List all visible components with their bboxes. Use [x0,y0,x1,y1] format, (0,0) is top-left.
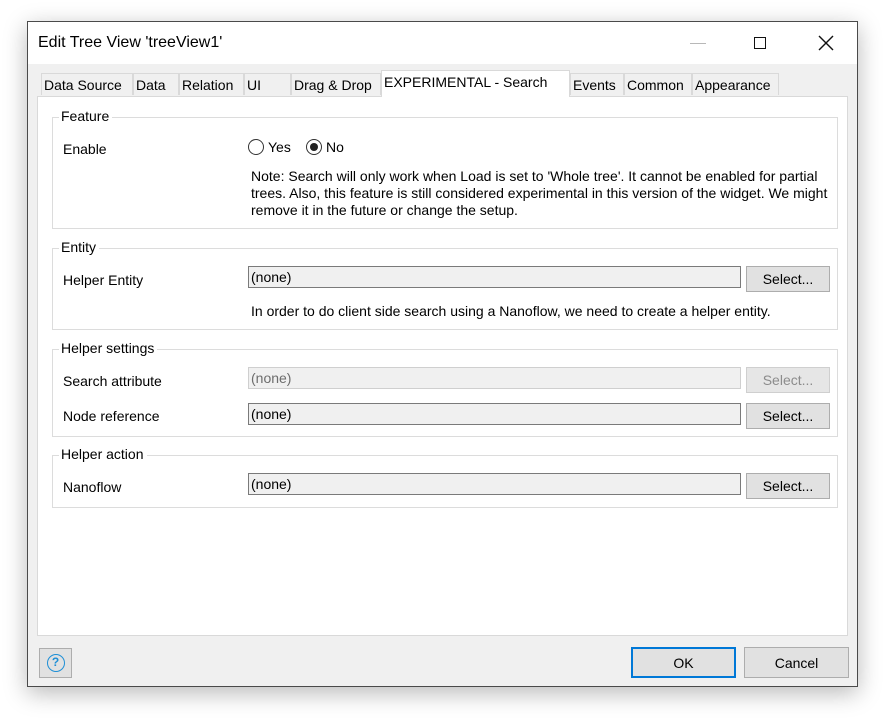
nanoflow-label: Nanoflow [63,479,122,495]
nanoflow-field[interactable]: (none) [248,473,741,495]
radio-yes-circle[interactable] [248,139,264,155]
tab-panel: Feature Enable Yes No Note: Search will … [37,96,848,636]
helper-action-group: Helper action Nanoflow (none) Select... [52,446,838,508]
node-reference-select-button[interactable]: Select... [746,403,830,429]
helper-entity-label: Helper Entity [63,272,144,288]
window-title: Edit Tree View 'treeView1' [38,34,223,51]
cancel-button[interactable]: Cancel [744,647,849,678]
tab-relation[interactable]: Relation [179,73,244,95]
tab-events[interactable]: Events [570,73,624,95]
maximize-icon [754,37,766,49]
search-attribute-field: (none) [248,367,741,389]
feature-note: Note: Search will only work when Load is… [251,168,828,218]
tab-data-source[interactable]: Data Source [41,73,133,95]
dialog-window: Edit Tree View 'treeView1' Data Source D… [27,21,858,687]
minimize-icon [690,42,706,44]
radio-no[interactable]: No [306,139,344,155]
tab-data[interactable]: Data [133,73,179,95]
maximize-button[interactable] [737,22,783,64]
radio-yes-label: Yes [268,139,291,155]
tab-drag-drop[interactable]: Drag & Drop [291,73,381,95]
search-attribute-select-button: Select... [746,367,830,393]
tab-common[interactable]: Common [624,73,692,95]
help-icon: ? [46,654,65,672]
tab-ui[interactable]: UI [244,73,291,95]
entity-group-title: Entity [59,239,100,255]
close-icon [818,35,834,51]
feature-group-title: Feature [59,108,113,124]
search-attribute-label: Search attribute [63,373,162,389]
tab-appearance[interactable]: Appearance [692,73,779,95]
node-reference-field[interactable]: (none) [248,403,741,425]
helper-settings-title: Helper settings [59,340,158,356]
enable-label: Enable [63,141,107,157]
title-bar[interactable]: Edit Tree View 'treeView1' [28,22,857,64]
radio-no-label: No [326,139,344,155]
feature-group: Feature Enable Yes No Note: Search will … [52,108,838,229]
helper-entity-field[interactable]: (none) [248,266,741,288]
tab-strip: Data Source Data Relation UI Drag & Drop… [41,70,841,97]
helper-entity-select-button[interactable]: Select... [746,266,830,292]
help-button[interactable]: ? [39,648,72,678]
helper-action-title: Helper action [59,446,147,462]
ok-button[interactable]: OK [631,647,736,678]
helper-settings-group: Helper settings Search attribute (none) … [52,340,838,437]
tab-experimental-search[interactable]: EXPERIMENTAL - Search [381,70,570,97]
minimize-button[interactable] [675,22,721,64]
close-button[interactable] [803,22,849,64]
radio-no-circle[interactable] [306,139,322,155]
entity-note: In order to do client side search using … [251,303,771,319]
radio-yes[interactable]: Yes [248,139,291,155]
entity-group: Entity Helper Entity (none) Select... In… [52,239,838,330]
nanoflow-select-button[interactable]: Select... [746,473,830,499]
node-reference-label: Node reference [63,408,160,424]
